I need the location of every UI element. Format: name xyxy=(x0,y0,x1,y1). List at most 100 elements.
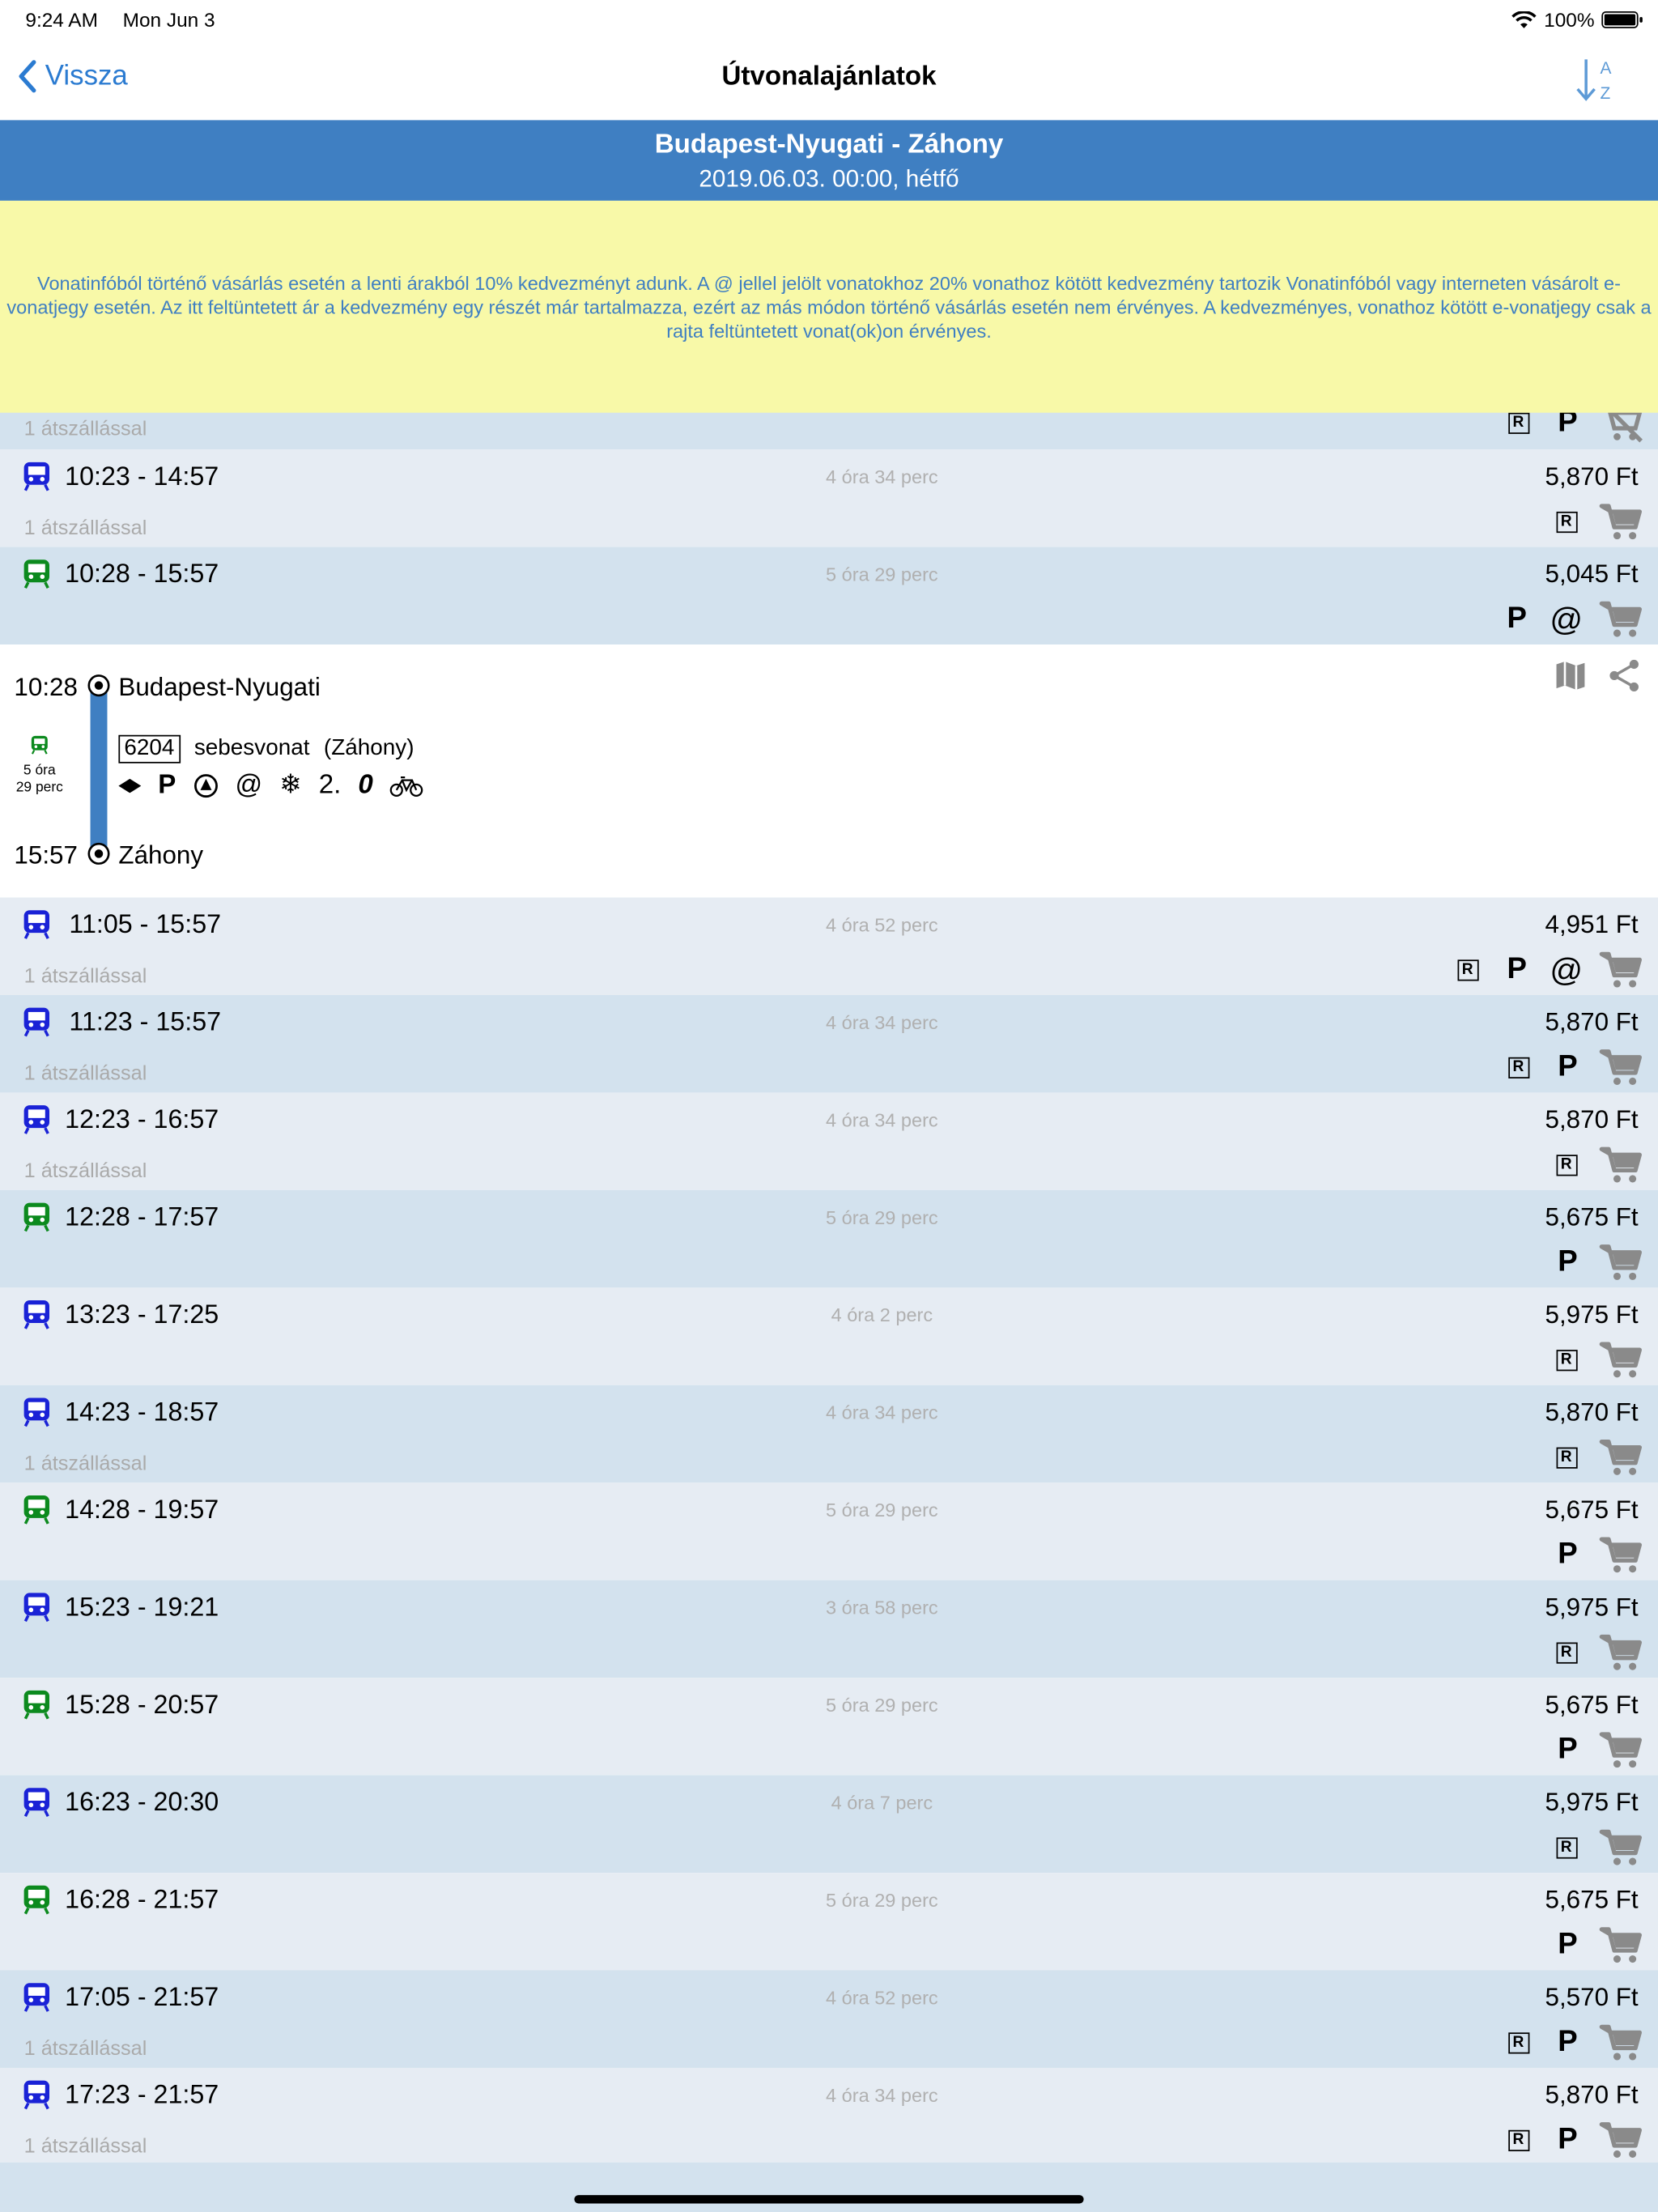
parking-icon: P xyxy=(1507,602,1527,635)
connection-duration: 5 óra 29 perc xyxy=(826,1890,938,1912)
connection-times: 10:23 - 14:57 xyxy=(65,461,219,491)
train-green-icon xyxy=(21,1494,52,1525)
train-blue-icon xyxy=(21,1104,52,1134)
row-icons: P xyxy=(1551,1924,1644,1966)
table-row[interactable]: 15:23 - 19:21 3 óra 58 perc 5,975 Ft R xyxy=(0,1580,1658,1678)
connection-times: 17:05 - 21:57 xyxy=(65,1981,219,2012)
table-row[interactable]: 17:05 - 21:57 4 óra 52 perc 5,570 Ft 1 átsz… xyxy=(0,1970,1658,2068)
app-screen: 9:24 AM Mon Jun 3 100% Vissza Útvonalajá… xyxy=(0,0,1658,2212)
status-time: 9:24 AM xyxy=(25,8,98,32)
connection-duration: 5 óra 29 perc xyxy=(826,564,938,585)
reservation-box: R xyxy=(1555,1836,1577,1858)
table-row[interactable]: 14:28 - 19:57 5 óra 29 perc 5,675 Ft P xyxy=(0,1482,1658,1580)
connection-price: 5,975 Ft xyxy=(1545,1788,1639,1817)
table-row[interactable]: 11:05 - 15:57 4 óra 52 perc 4,951 Ft 1 átsz… xyxy=(0,897,1658,995)
connection-duration: 5 óra 29 perc xyxy=(826,1499,938,1521)
table-row[interactable]: 12:23 - 16:57 4 óra 34 perc 5,870 Ft 1 átsz… xyxy=(0,1092,1658,1190)
row-icons: RP xyxy=(1500,1046,1644,1088)
reservation-box: R xyxy=(1507,2031,1529,2053)
connection-price: 5,975 Ft xyxy=(1545,1300,1639,1329)
battery-icon xyxy=(1601,11,1643,28)
table-row-cutoff[interactable] xyxy=(0,2162,1658,2212)
sort-button[interactable]: A Z xyxy=(1576,57,1622,104)
table-row[interactable]: 16:23 - 20:30 4 óra 7 perc 5,975 Ft R xyxy=(0,1775,1658,1874)
parking-icon: P xyxy=(1558,1050,1578,1083)
connection-times: 16:28 - 21:57 xyxy=(65,1884,219,1914)
map-icon[interactable] xyxy=(1554,658,1588,692)
connection-times: 15:28 - 20:57 xyxy=(65,1689,219,1719)
cart-icon[interactable] xyxy=(1599,1046,1644,1088)
table-row[interactable]: 12:28 - 17:57 5 óra 29 perc 5,675 Ft P xyxy=(0,1189,1658,1288)
table-row[interactable]: 16:28 - 21:57 5 óra 29 perc 5,675 Ft P xyxy=(0,1873,1658,1971)
cart-icon[interactable] xyxy=(1599,1241,1644,1283)
connection-price: 5,675 Ft xyxy=(1545,1495,1639,1524)
sort-z-label: Z xyxy=(1601,84,1611,103)
navigation-bar: Vissza Útvonalajánlatok A Z xyxy=(0,40,1658,121)
reservation-box: R xyxy=(1507,2129,1529,2151)
cart-icon[interactable] xyxy=(1599,1729,1644,1771)
parking-icon: P xyxy=(1558,1244,1578,1278)
table-row[interactable]: 10:23 - 14:57 4 óra 34 perc 5,870 Ft 1 átsz… xyxy=(0,449,1658,547)
connection-times: 11:23 - 15:57 xyxy=(69,1006,222,1036)
sort-a-label: A xyxy=(1601,59,1612,78)
departure-station: Budapest-Nyugati xyxy=(118,672,321,701)
train-destination: (Záhony) xyxy=(323,736,414,761)
cart-icon[interactable] xyxy=(1599,1143,1644,1185)
accessibility-icon xyxy=(193,773,218,798)
cart-icon[interactable] xyxy=(1599,1631,1644,1674)
sort-az-icon: A Z xyxy=(1576,59,1612,103)
connection-price: 4,951 Ft xyxy=(1545,910,1639,939)
connection-duration: 5 óra 29 perc xyxy=(826,1695,938,1716)
discount-notice-text: Vonatinfóból történő vásárlás esetén a l… xyxy=(6,272,1652,342)
train-blue-icon xyxy=(21,1397,52,1427)
cart-icon[interactable] xyxy=(1599,1924,1644,1966)
table-row[interactable]: 11:23 - 15:57 4 óra 34 perc 5,870 Ft 1 átsz… xyxy=(0,994,1658,1093)
connection-times: 12:28 - 17:57 xyxy=(65,1201,219,1231)
reservation-icon: R xyxy=(1548,511,1584,533)
connection-duration: 4 óra 7 perc xyxy=(831,1792,933,1814)
online-ticket-icon: @ xyxy=(1550,950,1584,988)
table-row[interactable]: 13:23 - 17:25 4 óra 2 perc 5,975 Ft R xyxy=(0,1287,1658,1385)
row-icons: P xyxy=(1551,1534,1644,1576)
connection-duration: 4 óra 34 perc xyxy=(826,1011,938,1034)
transfer-label: 1 átszállással xyxy=(23,965,147,989)
connection-price: 5,570 Ft xyxy=(1545,1983,1639,2012)
train-number[interactable]: 6204 xyxy=(118,734,181,764)
parking-icon: P xyxy=(1507,952,1527,985)
table-row[interactable]: 14:23 - 18:57 4 óra 34 perc 5,870 Ft 1 átsz… xyxy=(0,1385,1658,1483)
connection-price: 5,870 Ft xyxy=(1545,1007,1639,1036)
connection-price: 5,045 Ft xyxy=(1545,559,1639,589)
share-icon[interactable] xyxy=(1607,658,1641,692)
table-row[interactable]: 10:28 - 15:57 5 óra 29 perc 5,045 Ft P @ xyxy=(0,547,1658,645)
class-label: 2. xyxy=(318,769,342,800)
cart-icon[interactable] xyxy=(1599,1338,1644,1380)
table-row[interactable]: 15:28 - 20:57 5 óra 29 perc 5,675 Ft P xyxy=(0,1678,1658,1776)
cart-icon[interactable] xyxy=(1599,2119,1644,2161)
cart-icon[interactable] xyxy=(1599,1534,1644,1576)
train-green-icon xyxy=(21,1202,52,1232)
parking-icon: P xyxy=(1558,2123,1578,2156)
train-green-icon xyxy=(21,1689,52,1720)
reservation-box: R xyxy=(1555,1641,1577,1663)
status-date: Mon Jun 3 xyxy=(122,8,215,32)
route-header: Budapest-Nyugati - Záhony 2019.06.03. 00… xyxy=(0,120,1658,201)
parking-icon: P xyxy=(1558,1928,1578,1961)
route-datetime: 2019.06.03. 00:00, hétfő xyxy=(699,165,959,193)
connection-duration: 3 óra 58 perc xyxy=(826,1597,938,1619)
connection-price: 5,870 Ft xyxy=(1545,1397,1639,1427)
cart-icon[interactable] xyxy=(1599,1826,1644,1868)
connection-price: 5,675 Ft xyxy=(1545,1690,1639,1719)
reservation-box: R xyxy=(1555,1349,1577,1371)
train-blue-icon xyxy=(21,1787,52,1818)
cart-icon[interactable] xyxy=(1599,948,1644,990)
cart-icon[interactable] xyxy=(1599,500,1644,542)
reservation-icon: R xyxy=(1500,1056,1537,1078)
table-row[interactable]: 17:23 - 21:57 4 óra 34 perc 5,870 Ft 1 átsz… xyxy=(0,2067,1658,2166)
reservation-icon: R xyxy=(1507,411,1529,434)
discount-notice: Vonatinfóból történő vásárlás esetén a l… xyxy=(0,200,1658,413)
cart-icon[interactable] xyxy=(1599,1436,1644,1478)
connection-duration: 4 óra 34 perc xyxy=(826,1402,938,1423)
cart-icon[interactable] xyxy=(1599,2021,1644,2063)
connection-duration: 4 óra 34 perc xyxy=(826,466,938,488)
cart-icon[interactable] xyxy=(1599,598,1644,640)
